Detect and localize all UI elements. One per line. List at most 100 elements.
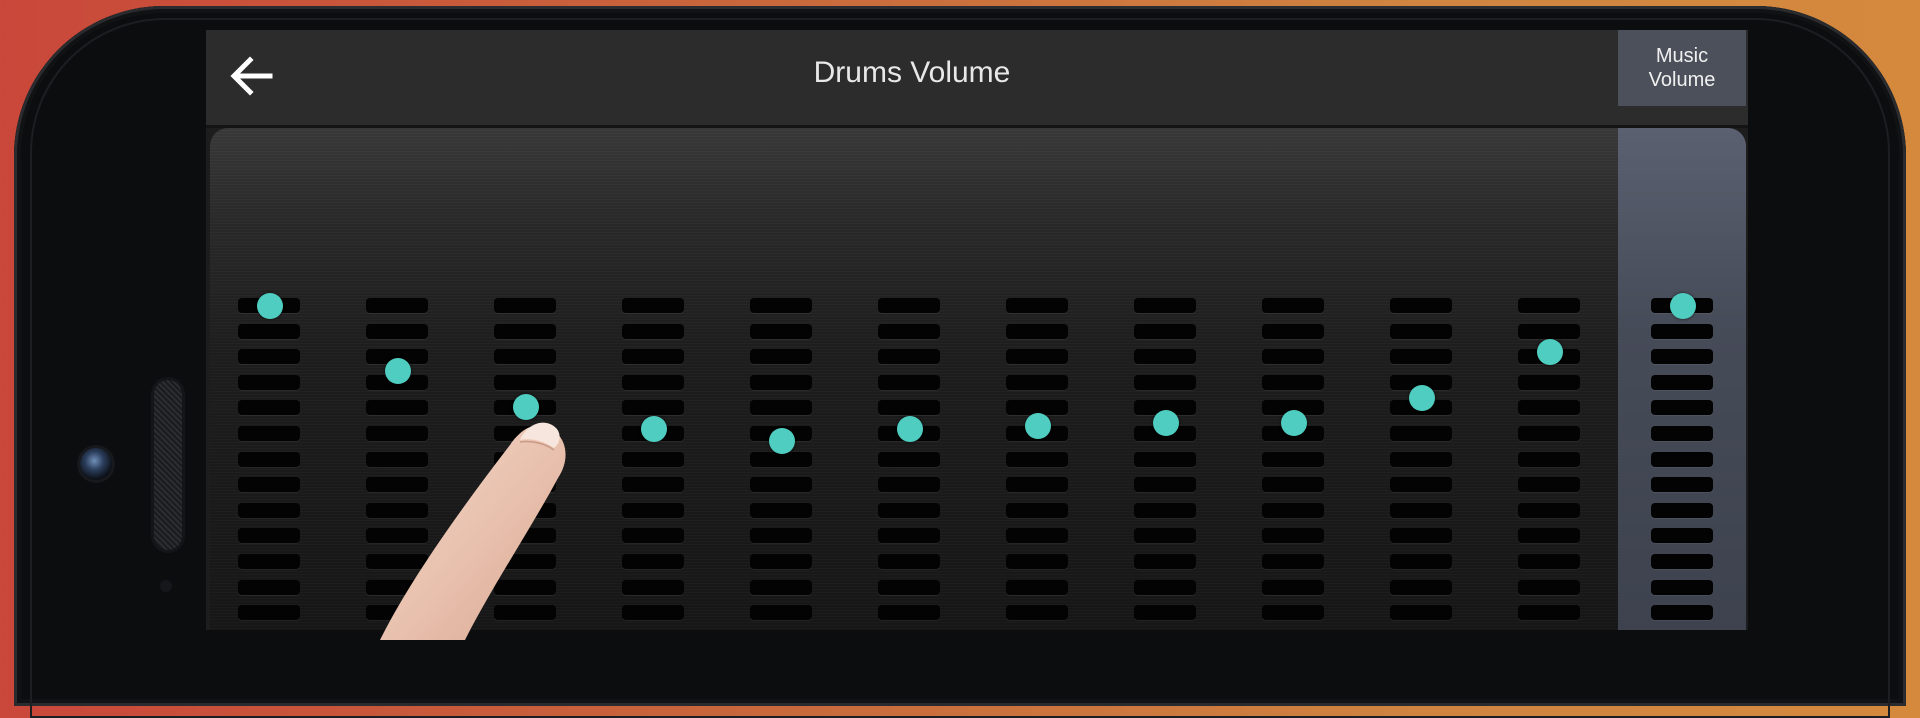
slider-slot [622,323,684,339]
slider-slot [1134,502,1196,518]
slider-slot [1651,426,1713,441]
drum-volume-slider-2[interactable] [366,298,428,630]
slider-slot [1651,477,1713,493]
slider-slot [622,528,684,544]
slider-slot [1006,349,1068,365]
slider-slot [750,528,812,544]
slider-slot [1134,323,1196,339]
drum-volume-slider-5[interactable] [750,298,812,630]
slider-slot [366,451,428,467]
slider-slot [1390,451,1452,467]
slider-knob[interactable] [641,415,667,442]
drum-volume-slider-6[interactable] [878,298,940,630]
slider-slot [1390,349,1452,365]
slider-slot [1651,579,1713,595]
slider-slot [1518,579,1580,595]
slider-slot [1006,374,1068,390]
slider-slot [1134,451,1196,467]
slider-slot [1390,426,1452,441]
slider-slot [1651,502,1713,518]
slider-slot [1006,477,1068,493]
page-title: Drums Volume [813,56,1011,89]
slider-slot [1651,374,1713,390]
slider-slot [494,349,556,365]
drum-volume-slider-10[interactable] [1390,298,1452,630]
slider-slot [622,400,684,416]
slider-slot [1006,579,1068,595]
slider-slot [622,298,684,313]
slider-slot [1262,298,1324,313]
drum-volume-slider-11[interactable] [1518,298,1580,630]
slider-slot [878,554,940,569]
drum-volume-slider-7[interactable] [1006,298,1068,630]
slider-slot [750,400,812,416]
slider-slot [1390,605,1452,621]
slider-slot [366,400,428,416]
slider-slot [1390,528,1452,544]
drum-volume-slider-9[interactable] [1262,298,1324,630]
slider-slot [1651,400,1713,416]
slider-slot [238,554,300,569]
slider-knob[interactable] [1537,339,1563,366]
slider-slot [494,451,556,467]
slider-slot [1651,605,1713,621]
app-screen: Drums Volume Music Volume [206,30,1748,630]
slider-knob[interactable] [897,415,923,442]
slider-slot [1390,298,1452,313]
slider-slot [878,298,940,313]
slider-slot [238,451,300,467]
slider-knob[interactable] [769,428,795,455]
slider-slot [494,323,556,339]
drum-volume-slider-3[interactable] [494,298,556,630]
slider-slot [494,477,556,493]
slider-slot [1518,605,1580,621]
slider-slot [1262,477,1324,493]
slider-slot [1262,349,1324,365]
slider-slot [1134,374,1196,390]
slider-slot [494,554,556,569]
slider-slot [238,477,300,493]
slider-slot [366,528,428,544]
slider-knob[interactable] [257,293,283,319]
slider-slot [494,528,556,544]
slider-slot [1006,528,1068,544]
slider-slot [1518,323,1580,339]
music-volume-tab[interactable]: Music Volume [1618,30,1746,106]
slider-slot [238,605,300,621]
drum-volume-slider-1[interactable] [238,293,300,630]
slider-slot [1134,528,1196,544]
slider-slot [366,502,428,518]
slider-slot [750,374,812,390]
slider-slot [1518,374,1580,390]
slider-slot [238,502,300,518]
music-volume-slider[interactable] [1651,293,1713,630]
drum-volume-slider-8[interactable] [1134,298,1196,630]
slider-slot [750,349,812,365]
slider-slot [494,374,556,390]
slider-slot [750,579,812,595]
slider-slot [622,554,684,569]
slider-slot [238,426,300,441]
slider-slot [1262,502,1324,518]
slider-slot [750,477,812,493]
slider-slot [366,554,428,569]
slider-knob[interactable] [385,357,411,384]
slider-slot [878,502,940,518]
slider-knob[interactable] [513,394,539,421]
slider-knob[interactable] [1409,385,1435,412]
slider-slot [238,579,300,595]
slider-slot [1390,579,1452,595]
drum-volume-slider-4[interactable] [622,298,684,630]
slider-slot [622,605,684,621]
slider-knob[interactable] [1670,293,1696,319]
slider-knob[interactable] [1153,409,1179,436]
slider-knob[interactable] [1025,412,1051,439]
slider-knob[interactable] [1281,409,1307,436]
slider-slot [878,400,940,416]
mixer-panel [210,128,1746,630]
slider-slot [1651,554,1713,569]
slider-slot [622,451,684,467]
slider-slot [366,605,428,621]
slider-slot [366,477,428,493]
slider-slot [878,477,940,493]
